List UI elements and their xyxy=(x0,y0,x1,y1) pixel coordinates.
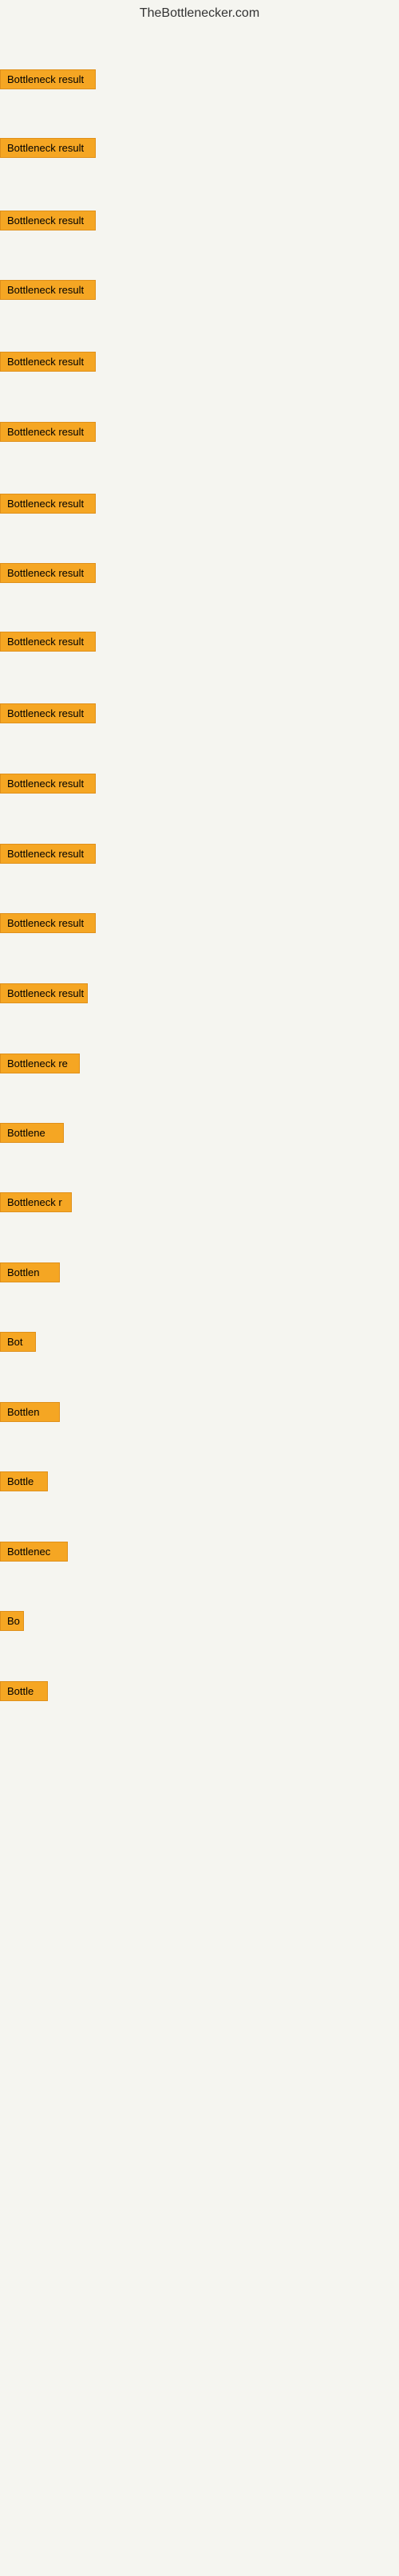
bottleneck-result-item[interactable]: Bo xyxy=(0,1611,24,1631)
site-title: TheBottlenecker.com xyxy=(0,0,399,24)
bottleneck-result-item[interactable]: Bottleneck result xyxy=(0,703,96,723)
bottleneck-result-item[interactable]: Bottleneck result xyxy=(0,983,88,1003)
bottleneck-result-item[interactable]: Bot xyxy=(0,1332,36,1352)
bottleneck-result-item[interactable]: Bottlenec xyxy=(0,1542,68,1562)
bottleneck-result-item[interactable]: Bottleneck result xyxy=(0,352,96,372)
bottleneck-result-item[interactable]: Bottleneck re xyxy=(0,1054,80,1073)
bottleneck-result-item[interactable]: Bottleneck result xyxy=(0,563,96,583)
bottleneck-result-item[interactable]: Bottleneck result xyxy=(0,211,96,230)
bottleneck-result-item[interactable]: Bottle xyxy=(0,1471,48,1491)
bottleneck-result-item[interactable]: Bottlene xyxy=(0,1123,64,1143)
bottleneck-result-item[interactable]: Bottleneck r xyxy=(0,1192,72,1212)
bottleneck-result-item[interactable]: Bottleneck result xyxy=(0,138,96,158)
bottleneck-result-item[interactable]: Bottlen xyxy=(0,1262,60,1282)
bottleneck-result-item[interactable]: Bottleneck result xyxy=(0,774,96,794)
bottleneck-result-item[interactable]: Bottleneck result xyxy=(0,844,96,864)
bottleneck-result-item[interactable]: Bottleneck result xyxy=(0,69,96,89)
bottleneck-result-item[interactable]: Bottleneck result xyxy=(0,632,96,652)
bottleneck-result-item[interactable]: Bottlen xyxy=(0,1402,60,1422)
bottleneck-result-item[interactable]: Bottleneck result xyxy=(0,913,96,933)
bottleneck-result-item[interactable]: Bottleneck result xyxy=(0,280,96,300)
bottleneck-result-item[interactable]: Bottleneck result xyxy=(0,494,96,514)
bottleneck-result-item[interactable]: Bottle xyxy=(0,1681,48,1701)
bottleneck-result-item[interactable]: Bottleneck result xyxy=(0,422,96,442)
